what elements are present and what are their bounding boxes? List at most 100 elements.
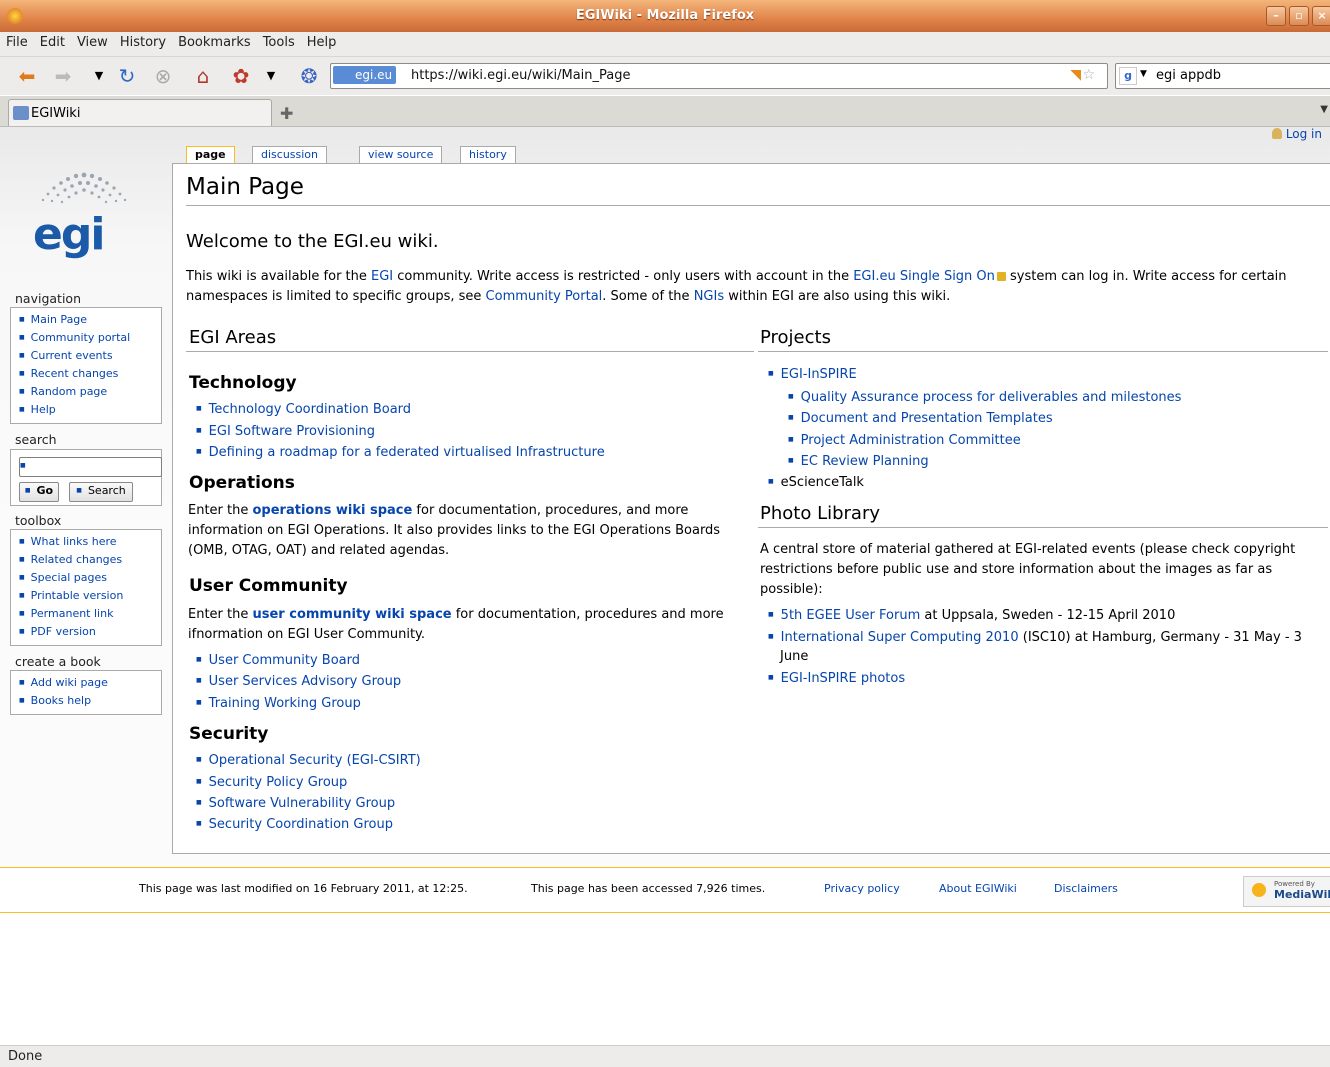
search-engine-dropdown-icon[interactable]: ▼ <box>1140 69 1147 79</box>
nav-help[interactable]: Help <box>11 401 161 419</box>
security-item[interactable]: Software Vulnerability Group <box>196 796 395 811</box>
minimize-button[interactable]: – <box>1266 6 1286 26</box>
ngis-link[interactable]: NGIs <box>694 289 724 304</box>
search-portlet: Go Search <box>10 449 162 506</box>
menu-edit[interactable]: Edit <box>34 32 71 50</box>
tool-related-changes[interactable]: Related changes <box>11 551 161 569</box>
project-egi-inspire[interactable]: EGI-InSPIRE <box>768 367 857 382</box>
privacy-policy-link[interactable]: Privacy policy <box>824 882 900 895</box>
egi-logo[interactable]: egi <box>28 165 140 260</box>
disclaimers-link[interactable]: Disclaimers <box>1054 882 1118 895</box>
history-dropdown-icon[interactable]: ▼ <box>86 63 112 89</box>
tab-bar: EGIWiki <box>0 96 1330 127</box>
search-button[interactable]: Search <box>69 482 133 502</box>
welcome-heading: Welcome to the EGI.eu wiki. <box>186 231 439 252</box>
swirl-icon[interactable]: ❂ <box>296 63 322 89</box>
intro-line-1: This wiki is available for the EGI commu… <box>186 269 1287 284</box>
photo-library-heading: Photo Library <box>760 503 881 524</box>
stop-icon[interactable]: ⊗ <box>150 63 176 89</box>
nav-random-page[interactable]: Random page <box>11 383 161 401</box>
tool-pdf-version[interactable]: PDF version <box>11 623 161 641</box>
nav-current-events[interactable]: Current events <box>11 347 161 365</box>
create-book-portlet: Add wiki page Books help <box>10 670 162 715</box>
security-item[interactable]: Security Coordination Group <box>196 817 393 832</box>
rss-feed-icon[interactable]: ◥ <box>1070 67 1081 83</box>
project-sub-item[interactable]: Document and Presentation Templates <box>788 411 1053 426</box>
user-community-item[interactable]: User Services Advisory Group <box>196 674 401 689</box>
egi-link[interactable]: EGI <box>371 269 393 284</box>
user-community-wiki-link[interactable]: user community wiki space <box>253 607 452 622</box>
menu-tools[interactable]: Tools <box>257 32 301 50</box>
menu-view[interactable]: View <box>71 32 114 50</box>
tab-list-icon[interactable]: ▼ <box>1320 104 1328 115</box>
tool-printable-version[interactable]: Printable version <box>11 587 161 605</box>
back-arrow-icon[interactable]: ⬅ <box>14 63 40 89</box>
address-bar[interactable]: egi.eu https://wiki.egi.eu/wiki/Main_Pag… <box>330 63 1108 89</box>
project-escience-talk: eScienceTalk <box>768 475 864 490</box>
menu-bookmarks[interactable]: Bookmarks <box>172 32 257 50</box>
security-item[interactable]: Security Policy Group <box>196 775 348 790</box>
project-sub-item[interactable]: Quality Assurance process for deliverabl… <box>788 390 1182 405</box>
search-bar[interactable]: g ▼ egi appdb <box>1115 63 1330 89</box>
technology-item[interactable]: Defining a roadmap for a federated virtu… <box>196 445 605 460</box>
project-sub-item[interactable]: Project Administration Committee <box>788 433 1021 448</box>
user-community-item[interactable]: Training Working Group <box>196 696 361 711</box>
wiki-search-input[interactable] <box>19 457 162 477</box>
book-add-wiki-page[interactable]: Add wiki page <box>11 674 161 692</box>
nav-community-portal[interactable]: Community portal <box>11 329 161 347</box>
tab-title: EGIWiki <box>31 106 81 121</box>
sso-link[interactable]: EGI.eu Single Sign On <box>853 269 995 284</box>
menu-help[interactable]: Help <box>301 32 343 50</box>
book-help[interactable]: Books help <box>11 692 161 710</box>
new-tab-icon[interactable]: ✚ <box>280 104 293 123</box>
project-sub-item[interactable]: EC Review Planning <box>788 454 929 469</box>
tool-what-links-here[interactable]: What links here <box>11 533 161 551</box>
photo-item[interactable]: International Super Computing 2010 (ISC1… <box>768 630 1302 645</box>
egi-areas-rule <box>186 351 754 352</box>
user-community-item[interactable]: User Community Board <box>196 653 360 668</box>
photo-item[interactable]: EGI-InSPIRE photos <box>768 671 905 686</box>
reload-icon[interactable]: ↻ <box>114 63 140 89</box>
tab-egiwiki[interactable]: EGIWiki <box>8 99 272 126</box>
intro-line-2: namespaces is limited to specific groups… <box>186 289 951 304</box>
operations-wiki-link[interactable]: operations wiki space <box>253 503 413 518</box>
status-text: Done <box>8 1049 43 1064</box>
addon-icon[interactable]: ✿ <box>228 63 254 89</box>
tab-discussion[interactable]: discussion <box>252 146 328 164</box>
powered-by-mediawiki-badge[interactable]: Powered By MediaWiki <box>1243 876 1330 907</box>
menu-file[interactable]: File <box>0 32 34 50</box>
forward-arrow-icon[interactable]: ➡ <box>50 63 76 89</box>
nav-recent-changes[interactable]: Recent changes <box>11 365 161 383</box>
technology-item[interactable]: Technology Coordination Board <box>196 402 411 417</box>
navigation-heading: navigation <box>15 291 81 306</box>
search-engine-icon[interactable]: g <box>1119 67 1137 85</box>
go-button[interactable]: Go <box>19 482 59 502</box>
projects-rule <box>758 351 1328 352</box>
close-button[interactable]: × <box>1312 6 1330 26</box>
search-input[interactable]: egi appdb <box>1156 68 1221 83</box>
tool-permanent-link[interactable]: Permanent link <box>11 605 161 623</box>
photo-item[interactable]: 5th EGEE User Forum at Uppsala, Sweden -… <box>768 608 1176 623</box>
address-url[interactable]: https://wiki.egi.eu/wiki/Main_Page <box>411 68 631 83</box>
site-identity-button[interactable]: egi.eu <box>333 66 397 84</box>
operations-heading: Operations <box>189 473 295 493</box>
about-link[interactable]: About EGIWiki <box>939 882 1017 895</box>
technology-heading: Technology <box>189 373 297 393</box>
bookmark-star-icon[interactable]: ☆ <box>1082 67 1095 83</box>
menu-history[interactable]: History <box>114 32 172 50</box>
search-heading: search <box>15 432 57 447</box>
addon-dropdown-icon[interactable]: ▼ <box>258 63 284 89</box>
login-link[interactable]: Log in <box>1271 127 1322 141</box>
page-footer: This page was last modified on 16 Februa… <box>0 867 1330 913</box>
nav-main-page[interactable]: Main Page <box>11 311 161 329</box>
maximize-button[interactable]: ▫ <box>1289 6 1309 26</box>
community-portal-link[interactable]: Community Portal <box>486 289 603 304</box>
tool-special-pages[interactable]: Special pages <box>11 569 161 587</box>
technology-item[interactable]: EGI Software Provisioning <box>196 424 375 439</box>
user-community-heading: User Community <box>189 576 348 596</box>
security-item[interactable]: Operational Security (EGI-CSIRT) <box>196 753 421 768</box>
operations-line-1: Enter the operations wiki space for docu… <box>188 503 689 518</box>
home-icon[interactable]: ⌂ <box>190 63 216 89</box>
tab-view-source[interactable]: view source <box>359 146 443 164</box>
tab-history[interactable]: history <box>460 146 516 164</box>
